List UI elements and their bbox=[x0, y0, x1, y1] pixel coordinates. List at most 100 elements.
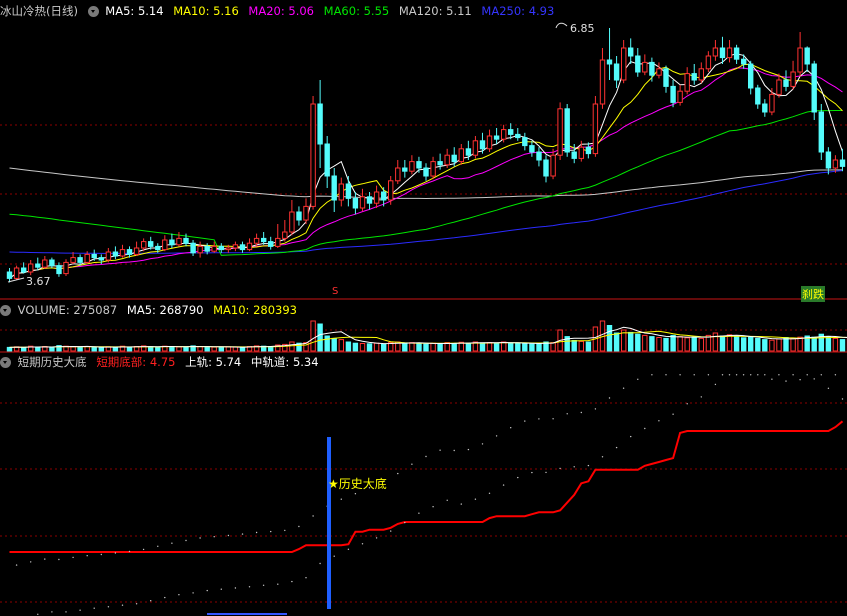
upper-band-dot bbox=[834, 374, 837, 376]
middle-band-dot bbox=[93, 607, 95, 609]
candle-body bbox=[741, 58, 747, 65]
candle-body bbox=[112, 251, 119, 257]
middle-band-dot bbox=[587, 464, 590, 467]
middle-band-dot bbox=[545, 471, 547, 474]
volume-bar bbox=[726, 334, 733, 352]
volume-bar bbox=[811, 336, 817, 352]
upper-band-dot bbox=[820, 374, 822, 376]
upper-band-dot bbox=[510, 427, 512, 429]
candle-body bbox=[451, 154, 457, 163]
candle-body bbox=[705, 55, 712, 70]
bottom-pane-header: 短期历史大底 短期底部: 4.75 上轨: 5.74 中轨道: 5.34 bbox=[0, 354, 325, 370]
candle-body bbox=[578, 146, 584, 159]
candle-body bbox=[599, 59, 606, 105]
upper-band-dot bbox=[552, 418, 554, 420]
candle-body bbox=[56, 265, 62, 275]
candle-body bbox=[550, 154, 556, 177]
upper-band-dot bbox=[679, 374, 681, 376]
middle-band-dot bbox=[178, 594, 180, 596]
volume-bar bbox=[741, 337, 747, 352]
candle-body bbox=[303, 205, 309, 221]
volume-bar bbox=[402, 342, 408, 352]
volume-ma5-legend: MA5: 268790 bbox=[126, 303, 204, 317]
volume-ma10-legend: MA10: 280393 bbox=[213, 303, 297, 317]
volume-bar bbox=[698, 337, 704, 352]
volume-bar bbox=[409, 342, 415, 352]
volume-bar bbox=[49, 346, 55, 352]
volume-bar bbox=[338, 339, 345, 352]
upper-band-dot bbox=[721, 374, 724, 376]
candle-body bbox=[77, 257, 83, 263]
candle-body bbox=[635, 55, 641, 73]
candle-body bbox=[486, 135, 493, 150]
volume-bar bbox=[169, 346, 175, 352]
upper-band-dot bbox=[411, 463, 413, 465]
candle-body bbox=[592, 103, 599, 155]
volume-bar bbox=[70, 346, 76, 352]
candle-body bbox=[755, 87, 761, 105]
upper-band-dot bbox=[354, 493, 357, 495]
candle-body bbox=[522, 137, 528, 147]
upper-band-dot bbox=[227, 534, 230, 537]
dropdown-icon[interactable] bbox=[0, 305, 11, 316]
upper-band-dot bbox=[44, 558, 46, 560]
candle-body bbox=[211, 245, 217, 252]
volume-bar bbox=[6, 346, 13, 352]
candle-body bbox=[204, 245, 210, 252]
middle-band-dot bbox=[644, 427, 646, 430]
candle-body bbox=[21, 267, 27, 273]
middle-band-dot bbox=[813, 378, 815, 380]
scroll-indicator bbox=[207, 613, 287, 615]
volume-bar bbox=[571, 340, 577, 352]
middle-band-dot bbox=[474, 498, 477, 500]
middle-band-dot bbox=[446, 499, 448, 501]
indicator-name[interactable]: 冰山冷热(日线) bbox=[0, 4, 78, 18]
candle-body bbox=[98, 257, 104, 261]
candle-body bbox=[366, 196, 373, 204]
upper-band-dot bbox=[481, 443, 484, 445]
volume-bar bbox=[635, 333, 641, 352]
volume-bar bbox=[232, 346, 239, 352]
volume-bar bbox=[345, 341, 352, 352]
main-pane-header: 冰山冷热(日线) MA5: 5.14 MA10: 5.16 MA20: 5.06… bbox=[0, 3, 560, 19]
candle-body bbox=[239, 244, 246, 251]
candle-body bbox=[571, 151, 577, 159]
candle-body bbox=[663, 68, 669, 87]
high-price-label: 6.85 bbox=[570, 22, 595, 35]
candle-body bbox=[275, 237, 281, 247]
volume-bar bbox=[508, 342, 514, 352]
candle-body bbox=[13, 267, 20, 279]
candle-body bbox=[91, 253, 97, 259]
volume-bar bbox=[656, 337, 662, 352]
candle-body bbox=[479, 140, 486, 150]
middle-band-dot bbox=[502, 484, 505, 486]
candle-body bbox=[225, 247, 232, 251]
dropdown-icon[interactable] bbox=[0, 357, 11, 368]
upper-band-dot bbox=[171, 542, 173, 544]
candle-body bbox=[437, 161, 443, 166]
volume-bar bbox=[769, 339, 775, 352]
volume-bar bbox=[155, 346, 161, 352]
upper-band-dot bbox=[128, 550, 131, 553]
ma120-legend: MA120: 5.11 bbox=[398, 4, 472, 18]
middle-band-dot bbox=[658, 420, 660, 422]
upper-band-dot bbox=[608, 397, 611, 399]
dropdown-icon[interactable] bbox=[87, 6, 99, 17]
upper-band-dot bbox=[439, 449, 441, 451]
upper-band-dot bbox=[637, 378, 639, 380]
upper-band-dot bbox=[298, 525, 300, 528]
upper-band-dot bbox=[594, 408, 597, 410]
volume-bar bbox=[225, 346, 232, 352]
candle-body bbox=[670, 85, 676, 103]
bottom-indicator-name[interactable]: 短期历史大底 bbox=[18, 355, 87, 369]
candle-body bbox=[310, 103, 316, 207]
volume-bar bbox=[465, 342, 472, 352]
candle-body bbox=[331, 175, 337, 201]
candle-body bbox=[811, 63, 817, 113]
volume-bar bbox=[148, 346, 154, 352]
upper-band-dot bbox=[72, 556, 74, 559]
upper-band-dot bbox=[665, 374, 667, 376]
candle-body bbox=[825, 151, 832, 169]
candle-body bbox=[218, 245, 225, 251]
volume-bar bbox=[825, 336, 832, 352]
